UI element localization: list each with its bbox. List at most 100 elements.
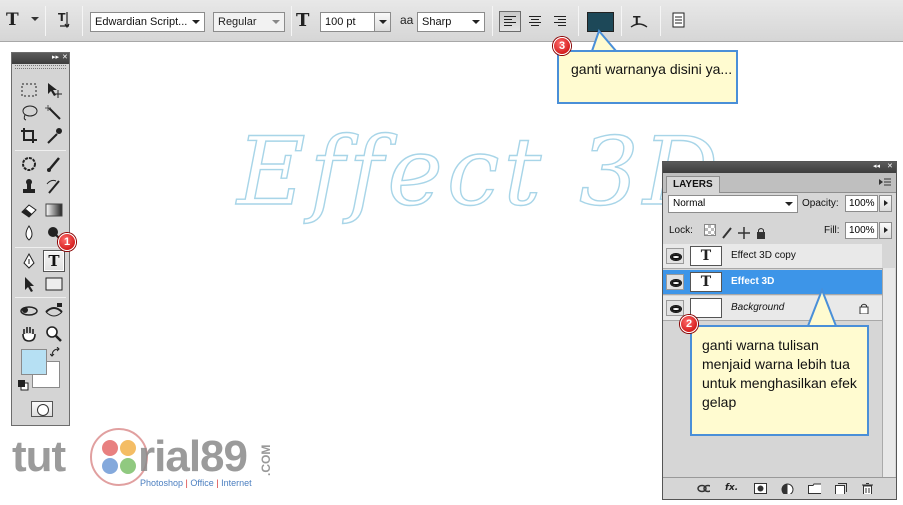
blur-tool[interactable] [18, 222, 40, 244]
panel-grip[interactable] [15, 65, 66, 69]
align-left-button[interactable] [499, 11, 521, 32]
pen-icon [23, 252, 35, 269]
panel-menu-icon[interactable] [879, 178, 891, 187]
divider [82, 6, 83, 36]
antialias-select[interactable]: Sharp [417, 12, 485, 32]
swap-colors-icon[interactable] [50, 347, 62, 359]
new-group-icon[interactable] [808, 483, 821, 494]
font-size-icon: T [296, 10, 310, 31]
antialias-value: Sharp [422, 16, 452, 28]
logo-text-part2: rial89 [138, 432, 248, 481]
eyedropper-tool[interactable] [43, 125, 65, 147]
chevron-down-icon[interactable] [374, 13, 390, 31]
healing-brush-icon [22, 157, 36, 171]
opacity-arrow-icon[interactable] [879, 195, 892, 212]
layers-scrollbar[interactable] [882, 268, 895, 478]
foreground-color-swatch[interactable] [21, 349, 47, 375]
font-size-select[interactable]: 100 pt [320, 12, 391, 32]
zoom-tool[interactable] [43, 323, 65, 345]
layer-thumbnail: T [690, 272, 722, 292]
step-badge-2: 2 [680, 315, 698, 333]
visibility-eye-icon[interactable] [666, 274, 684, 290]
divider [15, 247, 66, 248]
font-family-select[interactable]: Edwardian Script... [90, 12, 205, 32]
step-badge-3: 3 [553, 37, 571, 55]
callout-2-pointer [806, 288, 838, 327]
divider [15, 297, 66, 298]
tab-layers[interactable]: LAYERS [666, 176, 720, 193]
layer-row-effect-3d-copy[interactable]: T Effect 3D copy [663, 244, 882, 269]
eyedropper-icon [47, 128, 62, 144]
chevron-down-icon [192, 20, 200, 24]
lasso-tool[interactable] [18, 102, 40, 124]
new-layer-icon[interactable] [835, 483, 848, 494]
adjustment-layer-icon[interactable] [781, 483, 794, 494]
tool-preset-arrow-icon[interactable] [31, 17, 39, 21]
tag-internet: Internet [221, 478, 252, 488]
quick-mask-button[interactable] [31, 401, 53, 417]
align-center-button[interactable] [524, 11, 546, 32]
lock-pixels-icon[interactable] [721, 224, 733, 239]
link-layers-icon[interactable] [697, 483, 710, 494]
brush-tool[interactable] [43, 153, 65, 175]
zoom-icon [46, 326, 62, 342]
canvas-text-layer[interactable]: Effect 3D [236, 117, 722, 227]
path-selection-tool[interactable] [18, 273, 40, 295]
character-palette-icon[interactable] [671, 12, 687, 29]
eraser-tool[interactable] [18, 199, 40, 221]
logo-text-part1: tut [12, 432, 66, 481]
healing-brush-tool[interactable] [18, 153, 40, 175]
layer-name: Effect 3D [731, 276, 775, 287]
lasso-icon [22, 105, 38, 121]
lock-all-icon[interactable] [755, 224, 767, 239]
magic-wand-icon [45, 105, 61, 120]
history-brush-tool[interactable] [43, 176, 65, 198]
align-right-button[interactable] [549, 11, 571, 32]
fill-arrow-icon[interactable] [879, 222, 892, 239]
lock-transparent-icon[interactable] [704, 224, 716, 236]
lock-icon [859, 303, 869, 314]
pen-tool[interactable] [18, 250, 40, 272]
collapse-icon[interactable]: ◂◂ [873, 162, 880, 170]
divider [660, 6, 661, 36]
lock-position-icon[interactable] [738, 224, 750, 239]
layer-style-icon[interactable]: fx. [725, 483, 738, 494]
add-mask-icon[interactable] [754, 483, 767, 494]
layer-name: Background [731, 302, 785, 313]
magic-wand-tool[interactable] [43, 102, 65, 124]
text-orientation-icon[interactable]: T [57, 10, 73, 30]
logo-tagline: Photoshop | Office | Internet [140, 478, 252, 488]
font-style-select[interactable]: Regular [213, 12, 285, 32]
move-tool[interactable] [43, 79, 65, 101]
3d-orbit-tool[interactable] [43, 300, 65, 322]
visibility-eye-icon[interactable] [666, 300, 684, 316]
type-tool[interactable]: T [43, 250, 65, 272]
gradient-tool[interactable] [43, 199, 65, 221]
clone-stamp-tool[interactable] [18, 176, 40, 198]
3d-rotate-tool[interactable] [18, 300, 40, 322]
collapse-icon[interactable]: ▸▸ [52, 53, 59, 61]
blend-mode-select[interactable]: Normal [668, 195, 798, 213]
rectangle-tool[interactable] [43, 273, 65, 295]
lock-options [704, 224, 767, 239]
tag-office: Office [190, 478, 214, 488]
fill-label: Fill: [824, 225, 840, 236]
tools-panel-header[interactable]: ▸▸ ✕ [12, 53, 69, 64]
layer-row-effect-3d[interactable]: T Effect 3D [663, 270, 882, 295]
divider [621, 6, 622, 36]
default-colors-icon[interactable] [17, 379, 29, 391]
close-icon[interactable]: ✕ [887, 162, 893, 170]
close-icon[interactable]: ✕ [62, 53, 68, 61]
layers-panel-header[interactable]: ◂◂ ✕ [663, 162, 896, 173]
tag-photoshop: Photoshop [140, 478, 184, 488]
visibility-eye-icon[interactable] [666, 248, 684, 264]
warp-text-icon[interactable]: T [630, 12, 648, 30]
opacity-input[interactable]: 100% [845, 195, 878, 212]
marquee-tool[interactable] [18, 79, 40, 101]
fill-input[interactable]: 100% [845, 222, 878, 239]
crop-tool[interactable] [18, 125, 40, 147]
lock-label: Lock: [669, 225, 693, 236]
delete-layer-icon[interactable] [862, 483, 875, 494]
tool-preset-button[interactable]: T [6, 10, 19, 30]
hand-tool[interactable] [18, 323, 40, 345]
